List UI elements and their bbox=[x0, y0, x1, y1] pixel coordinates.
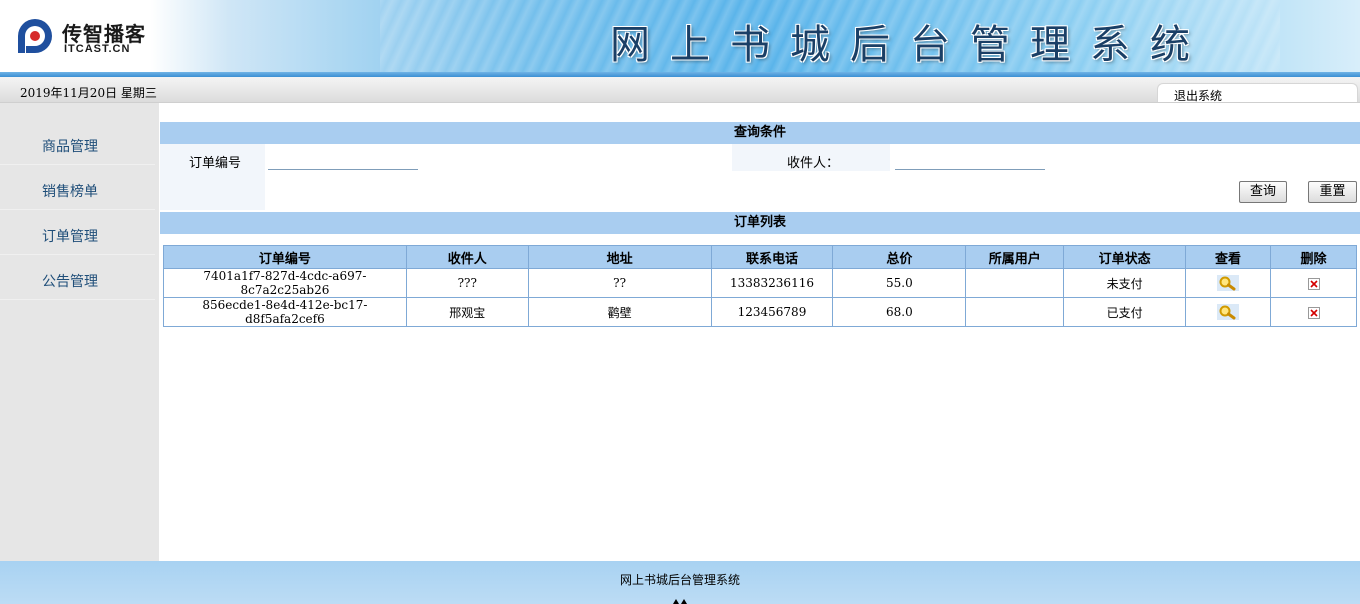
magnifier-icon[interactable] bbox=[1217, 275, 1240, 291]
logout-tab[interactable]: 退出系统 bbox=[1157, 83, 1358, 104]
delete-cell bbox=[1270, 297, 1357, 327]
main-content: 查询条件 订单编号 收件人： 查询 重置 订单列表 订单编号 收件人 地址 联系… bbox=[160, 103, 1360, 561]
footer-decoration-icon bbox=[673, 599, 687, 604]
footer-text: 网上书城后台管理系统 bbox=[619, 573, 740, 587]
address-cell: ?? bbox=[527, 268, 712, 298]
sidebar-item-notices[interactable]: 公告管理 bbox=[0, 255, 155, 300]
itcast-logo: 传智播客 ITCAST.CN bbox=[10, 14, 150, 58]
column-header: 订单状态 bbox=[1063, 245, 1187, 269]
order-id-cell: 7401a1f7-827d-4cdc-a697-8c7a2c25ab26 bbox=[163, 268, 407, 298]
delete-cell bbox=[1270, 268, 1357, 298]
logout-link[interactable]: 退出系统 bbox=[1174, 87, 1222, 104]
column-header: 所属用户 bbox=[965, 245, 1065, 269]
reset-button[interactable]: 重置 bbox=[1308, 181, 1357, 203]
delete-x-icon[interactable] bbox=[1307, 306, 1320, 319]
total-cell: 68.0 bbox=[832, 297, 967, 327]
user-cell bbox=[965, 297, 1065, 327]
date-bar: 2019年11月20日 星期三 退出系统 bbox=[0, 77, 1360, 103]
order-table: 订单编号 收件人 地址 联系电话 总价 所属用户 订单状态 查看 删除 7401… bbox=[163, 245, 1357, 327]
receiver-label: 收件人： bbox=[787, 156, 840, 171]
receiver-input[interactable] bbox=[895, 150, 1045, 170]
view-cell bbox=[1185, 297, 1272, 327]
receiver-label-cell: 收件人： bbox=[732, 144, 890, 171]
order-id-cell: 856ecde1-8e4d-412e-bc17-d8f5afa2cef6 bbox=[163, 297, 407, 327]
order-id-input[interactable] bbox=[268, 150, 418, 170]
column-header: 收件人 bbox=[405, 245, 529, 269]
system-title: 网上书城后台管理系统 bbox=[610, 22, 1210, 68]
query-form: 订单编号 收件人： 查询 重置 bbox=[160, 144, 1360, 210]
user-cell bbox=[965, 268, 1065, 298]
receiver-cell: ??? bbox=[405, 268, 529, 298]
header-banner: 传智播客 ITCAST.CN 网上书城后台管理系统 bbox=[0, 0, 1360, 72]
status-cell: 未支付 bbox=[1063, 268, 1187, 298]
sidebar-item-label[interactable]: 公告管理 bbox=[42, 271, 98, 291]
column-header: 联系电话 bbox=[710, 245, 834, 269]
magnifier-icon[interactable] bbox=[1217, 304, 1240, 320]
order-id-label-cell: 订单编号 bbox=[160, 144, 265, 210]
search-button[interactable]: 查询 bbox=[1239, 181, 1287, 203]
order-list-title: 订单列表 bbox=[160, 212, 1360, 234]
column-header: 删除 bbox=[1270, 245, 1357, 269]
address-cell: 鹳壁 bbox=[527, 297, 712, 327]
footer: 网上书城后台管理系统 bbox=[0, 561, 1360, 604]
query-section-title: 查询条件 bbox=[160, 122, 1360, 144]
sidebar-item-sales-ranking[interactable]: 销售榜单 bbox=[0, 165, 155, 210]
table-row: 856ecde1-8e4d-412e-bc17-d8f5afa2cef6 邢观宝… bbox=[163, 297, 1357, 327]
sidebar-item-products[interactable]: 商品管理 bbox=[0, 120, 155, 165]
table-header-row: 订单编号 收件人 地址 联系电话 总价 所属用户 订单状态 查看 删除 bbox=[163, 245, 1357, 269]
receiver-cell: 邢观宝 bbox=[405, 297, 529, 327]
sidebar-item-label[interactable]: 商品管理 bbox=[42, 136, 98, 156]
current-date: 2019年11月20日 星期三 bbox=[20, 86, 157, 100]
column-header: 总价 bbox=[832, 245, 967, 269]
view-cell bbox=[1185, 268, 1272, 298]
sidebar-item-orders[interactable]: 订单管理 bbox=[0, 210, 155, 255]
sidebar-item-label[interactable]: 销售榜单 bbox=[42, 181, 98, 201]
sidebar: 商品管理 销售榜单 订单管理 公告管理 bbox=[0, 103, 159, 561]
column-header: 订单编号 bbox=[163, 245, 407, 269]
column-header: 查看 bbox=[1185, 245, 1272, 269]
table-row: 7401a1f7-827d-4cdc-a697-8c7a2c25ab26 ???… bbox=[163, 268, 1357, 298]
total-cell: 55.0 bbox=[832, 268, 967, 298]
order-id-label: 订单编号 bbox=[189, 156, 242, 171]
itcast-logo-icon bbox=[18, 19, 52, 53]
logo-subtitle: ITCAST.CN bbox=[64, 43, 131, 55]
status-cell: 已支付 bbox=[1063, 297, 1187, 327]
sidebar-item-label[interactable]: 订单管理 bbox=[42, 226, 98, 246]
phone-cell: 13383236116 bbox=[710, 268, 834, 298]
phone-cell: 123456789 bbox=[710, 297, 834, 327]
column-header: 地址 bbox=[527, 245, 712, 269]
delete-x-icon[interactable] bbox=[1307, 277, 1320, 290]
